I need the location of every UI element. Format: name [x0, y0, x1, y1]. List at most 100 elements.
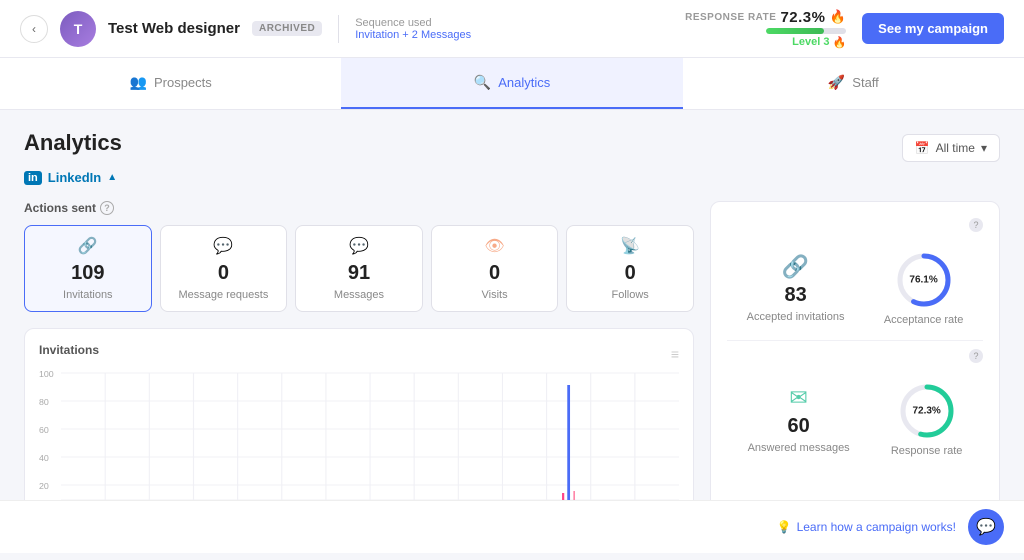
stat-row-messages: ✉ 60 Answered messages 72.3% Response ra… [727, 367, 983, 471]
linkedin-section: in LinkedIn ▲ [24, 170, 1000, 185]
invitations-label: Invitations [63, 289, 113, 301]
tab-analytics-label: Analytics [498, 75, 550, 90]
chat-button[interactable]: 💬 [968, 509, 1004, 545]
linkedin-in-badge: in [24, 171, 42, 185]
action-card-invitations[interactable]: 🔗 109 Invitations [24, 225, 152, 312]
follows-value: 0 [625, 262, 636, 285]
filter-button[interactable]: 📅 All time ▾ [902, 134, 1000, 162]
chevron-up-icon: ▲ [107, 172, 117, 183]
level-label: Level 3 [792, 36, 829, 48]
tab-staff[interactable]: 🚀 Staff [683, 58, 1024, 109]
chart-label: Invitations [39, 343, 99, 357]
follows-label: Follows [612, 289, 649, 301]
link-icon: 🔗 [782, 254, 809, 280]
response-rate-bar-fill [766, 28, 824, 34]
right-column: ? 🔗 83 Accepted invitations 76.1% [710, 201, 1000, 540]
tab-staff-label: Staff [852, 75, 879, 90]
divider [338, 15, 339, 43]
visits-icon: 👁 [484, 236, 504, 256]
visits-value: 0 [489, 262, 500, 285]
acceptance-donut: 76.1% [894, 250, 954, 310]
tab-prospects[interactable]: 👥 Prospects [0, 58, 341, 109]
header: ‹ T Test Web designer ARCHIVED Sequence … [0, 0, 1024, 58]
stat-row-invitations: 🔗 83 Accepted invitations 76.1% Acceptan… [727, 236, 983, 341]
response-rate-label: RESPONSE RATE 72.3% 🔥 [685, 9, 846, 26]
chart-container: 100 80 60 40 20 [39, 365, 679, 505]
acceptance-rate-stat: 76.1% Acceptance rate [884, 250, 964, 326]
header-right: RESPONSE RATE 72.3% 🔥 Level 3 🔥 See my c… [685, 9, 1004, 49]
campaign-title: Test Web designer [108, 20, 240, 37]
prospects-icon: 👥 [130, 74, 147, 91]
archived-badge: ARCHIVED [252, 21, 322, 36]
sequence-info: Sequence used Invitation + 2 Messages [355, 17, 471, 41]
svg-text:80: 80 [39, 397, 49, 406]
svg-text:100: 100 [39, 369, 54, 378]
action-card-messages[interactable]: 💬 91 Messages [295, 225, 423, 312]
accepted-invitations-label: Accepted invitations [747, 311, 845, 323]
learn-link[interactable]: 💡 Learn how a campaign works! [777, 520, 956, 534]
bottom-bar: 💡 Learn how a campaign works! 💬 [0, 500, 1024, 553]
invitations-icon: 🔗 [78, 236, 98, 256]
fire-icon-2: 🔥 [832, 36, 846, 49]
info-icon[interactable]: ? [100, 201, 114, 215]
back-button[interactable]: ‹ [20, 15, 48, 43]
response-rate-value: 72.3% [780, 9, 825, 26]
lightbulb-icon: 💡 [777, 520, 792, 534]
chart-svg: 100 80 60 40 20 [39, 365, 679, 505]
messages-value: 91 [348, 262, 370, 285]
page-title: Analytics [24, 130, 122, 156]
actions-sent-text: Actions sent [24, 201, 96, 215]
accepted-invitations-stat: 🔗 83 Accepted invitations [747, 254, 845, 323]
response-donut: 72.3% [897, 381, 957, 441]
left-column: Actions sent ? 🔗 109 Invitations 💬 0 Mes… [24, 201, 694, 540]
two-column-layout: Actions sent ? 🔗 109 Invitations 💬 0 Mes… [24, 201, 1000, 540]
fire-icon: 🔥 [829, 9, 846, 25]
svg-text:20: 20 [39, 481, 49, 490]
action-card-follows[interactable]: 📡 0 Follows [566, 225, 694, 312]
action-cards: 🔗 109 Invitations 💬 0 Message requests 💬… [24, 225, 694, 312]
analytics-icon: 🔍 [474, 74, 491, 91]
see-campaign-button[interactable]: See my campaign [862, 13, 1004, 44]
sequence-label: Sequence used [355, 17, 471, 29]
filter-label: All time [936, 141, 975, 155]
right-info-icon-1[interactable]: ? [969, 218, 983, 232]
response-rate-donut-value: 72.3% [912, 406, 940, 417]
response-rate-section: RESPONSE RATE 72.3% 🔥 Level 3 🔥 [685, 9, 846, 49]
answered-messages-stat: ✉ 60 Answered messages [748, 385, 850, 454]
level-badge: Level 3 🔥 [792, 36, 846, 49]
sequence-link: Invitation + 2 Messages [355, 29, 471, 41]
response-rate-bar [766, 28, 846, 34]
answered-messages-label: Answered messages [748, 442, 850, 454]
learn-text: Learn how a campaign works! [797, 520, 956, 534]
messages-icon: 💬 [349, 236, 369, 256]
message-icon: ✉ [789, 385, 807, 411]
action-card-message-requests[interactable]: 💬 0 Message requests [160, 225, 288, 312]
svg-text:60: 60 [39, 425, 49, 434]
visits-label: Visits [482, 289, 508, 301]
right-info-icon-2[interactable]: ? [969, 349, 983, 363]
svg-text:40: 40 [39, 453, 49, 462]
tab-analytics[interactable]: 🔍 Analytics [341, 58, 682, 109]
accepted-invitations-value: 83 [784, 284, 806, 307]
chart-menu-icon[interactable]: ≡ [671, 346, 679, 362]
message-requests-label: Message requests [178, 289, 268, 301]
tab-prospects-label: Prospects [154, 75, 212, 90]
sequence-link-text[interactable]: Invitation + 2 Messages [355, 29, 471, 41]
calendar-icon: 📅 [915, 141, 930, 155]
response-rate-donut-label: Response rate [891, 445, 963, 457]
chevron-down-icon: ▾ [981, 141, 987, 155]
message-requests-icon: 💬 [213, 236, 233, 256]
answered-messages-value: 60 [788, 415, 810, 438]
main-content: Analytics 📅 All time ▾ in LinkedIn ▲ Act… [0, 110, 1024, 560]
response-rate-stat: 72.3% Response rate [891, 381, 963, 457]
linkedin-label[interactable]: in LinkedIn ▲ [24, 170, 1000, 185]
actions-sent-label: Actions sent ? [24, 201, 694, 215]
linkedin-text: LinkedIn [48, 170, 101, 185]
message-requests-value: 0 [218, 262, 229, 285]
messages-label: Messages [334, 289, 384, 301]
staff-icon: 🚀 [828, 74, 845, 91]
invitations-value: 109 [71, 262, 104, 285]
action-card-visits[interactable]: 👁 0 Visits [431, 225, 559, 312]
tabs-bar: 👥 Prospects 🔍 Analytics 🚀 Staff [0, 58, 1024, 110]
acceptance-rate-value: 76.1% [909, 275, 937, 286]
